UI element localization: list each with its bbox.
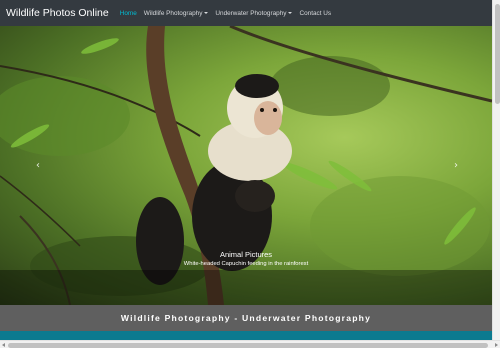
vertical-scrollbar[interactable] — [492, 0, 500, 340]
caret-down-icon — [288, 12, 293, 14]
tagline-bar: Wildlife Photography - Underwater Photog… — [0, 305, 492, 331]
horizontal-scrollbar[interactable] — [0, 340, 500, 348]
carousel-caption-text: White-headed Capuchin feeding in the rai… — [183, 261, 309, 267]
caret-down-icon — [204, 12, 209, 14]
nav-wildlife-label: Wildlife Photography — [143, 9, 203, 17]
nav-home-label: Home — [119, 9, 137, 17]
nav-underwater-photography[interactable]: Underwater Photography — [215, 9, 293, 17]
nav-home[interactable]: Home — [120, 10, 137, 17]
nav-underwater-label: Underwater Photography — [215, 9, 287, 17]
scroll-left-arrow-icon[interactable] — [2, 343, 5, 347]
tagline-text: Wildlife Photography - Underwater Photog… — [120, 313, 372, 323]
site-brand[interactable]: Wildlife Photos Online — [6, 7, 109, 19]
chevron-right-icon: › — [454, 160, 458, 171]
nav-contact-us[interactable]: Contact Us — [299, 10, 331, 17]
chevron-left-icon: ‹ — [36, 160, 40, 171]
nav-contact-label: Contact Us — [299, 9, 332, 17]
carousel-caption-title: Animal Pictures — [219, 250, 273, 259]
top-navbar: Wildlife Photos Online Home Wildlife Pho… — [0, 0, 492, 26]
vertical-scroll-thumb[interactable] — [494, 4, 500, 104]
horizontal-scroll-thumb[interactable] — [8, 342, 488, 348]
accent-strip — [0, 331, 492, 340]
scroll-right-arrow-icon[interactable] — [495, 343, 498, 347]
nav-wildlife-photography[interactable]: Wildlife Photography — [144, 10, 209, 17]
carousel-caption-band — [0, 270, 492, 305]
